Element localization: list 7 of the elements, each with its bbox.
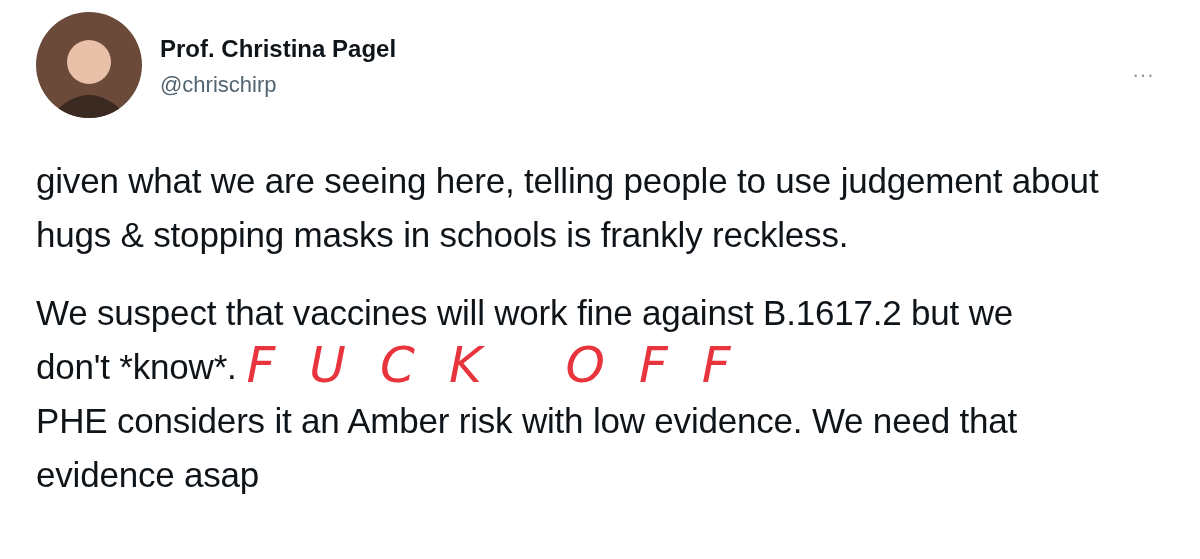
- handwritten-annotation: FUCK OFF: [246, 340, 765, 390]
- author-handle[interactable]: @chrischirp: [160, 70, 397, 100]
- tweet-text: given what we are seeing here, telling people to use judgement about hugs & stopping masks in schools is frankly reckless.: [36, 160, 1100, 256]
- tweet-text: don't *know*.: [36, 346, 237, 388]
- tweet-text: PHE considers it an Amber risk with low evidence. We need that evidence asap: [36, 400, 1019, 496]
- author-name[interactable]: Prof. Christina Pagel: [160, 34, 397, 64]
- tweet-text: We suspect that vaccines will work fine against B.1617.2 but we: [36, 292, 1013, 334]
